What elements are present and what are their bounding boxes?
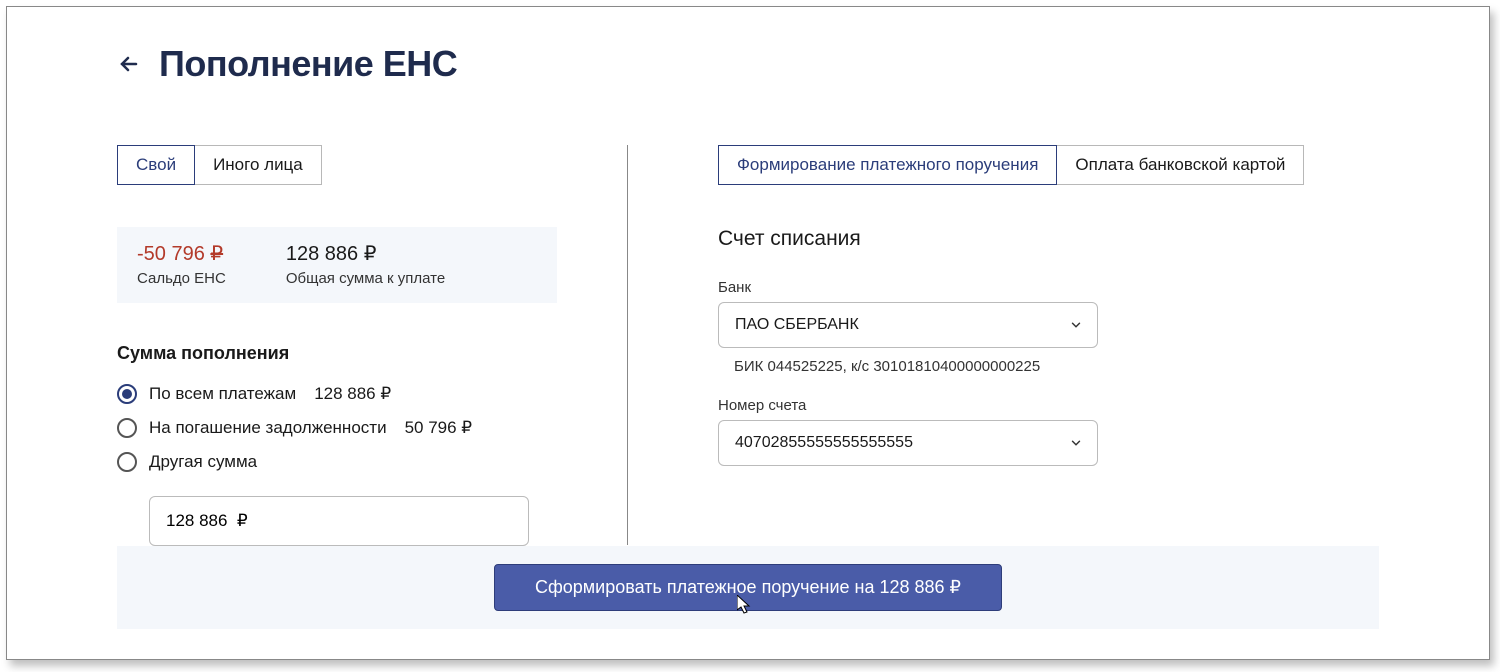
back-arrow-icon[interactable] — [117, 52, 141, 76]
total-due-value: 128 886 ₽ — [286, 241, 445, 266]
custom-amount-input[interactable] — [149, 496, 529, 546]
column-divider — [627, 145, 628, 545]
radio-debt-repayment[interactable]: На погашение задолженности 50 796 ₽ — [117, 418, 557, 438]
balance-summary: -50 796 ₽ Сальдо ЕНС 128 886 ₽ Общая сум… — [117, 227, 557, 303]
generate-payment-order-button[interactable]: Сформировать платежное поручение на 128 … — [494, 564, 1002, 611]
radio-custom-amount[interactable]: Другая сумма — [117, 452, 557, 472]
radio-icon — [117, 384, 137, 404]
payer-tabs: Свой Иного лица — [117, 145, 557, 185]
tab-other-person[interactable]: Иного лица — [195, 145, 322, 185]
bank-select[interactable]: ПАО СБЕРБАНК — [718, 302, 1098, 348]
saldo-label: Сальдо ЕНС — [137, 270, 226, 287]
chevron-down-icon — [1069, 436, 1083, 450]
total-due-label: Общая сумма к уплате — [286, 270, 445, 287]
page-title: Пополнение ЕНС — [159, 43, 457, 85]
account-select[interactable]: 40702855555555555555 — [718, 420, 1098, 466]
amount-section-title: Сумма пополнения — [117, 343, 557, 364]
bank-field-label: Банк — [718, 279, 1379, 296]
chevron-down-icon — [1069, 318, 1083, 332]
debit-account-title: Счет списания — [718, 227, 1379, 251]
account-field-label: Номер счета — [718, 397, 1379, 414]
payment-method-tabs: Формирование платежного поручения Оплата… — [718, 145, 1379, 185]
radio-all-payments[interactable]: По всем платежам 128 886 ₽ — [117, 384, 557, 404]
bank-details-text: БИК 044525225, к/с 30101810400000000225 — [734, 358, 1379, 375]
radio-icon — [117, 452, 137, 472]
saldo-value: -50 796 ₽ — [137, 241, 226, 266]
tab-own-account[interactable]: Свой — [117, 145, 195, 185]
radio-icon — [117, 418, 137, 438]
tab-bank-card[interactable]: Оплата банковской картой — [1057, 145, 1304, 185]
tab-form-payment-order[interactable]: Формирование платежного поручения — [718, 145, 1057, 185]
footer-action-bar: Сформировать платежное поручение на 128 … — [117, 546, 1379, 629]
